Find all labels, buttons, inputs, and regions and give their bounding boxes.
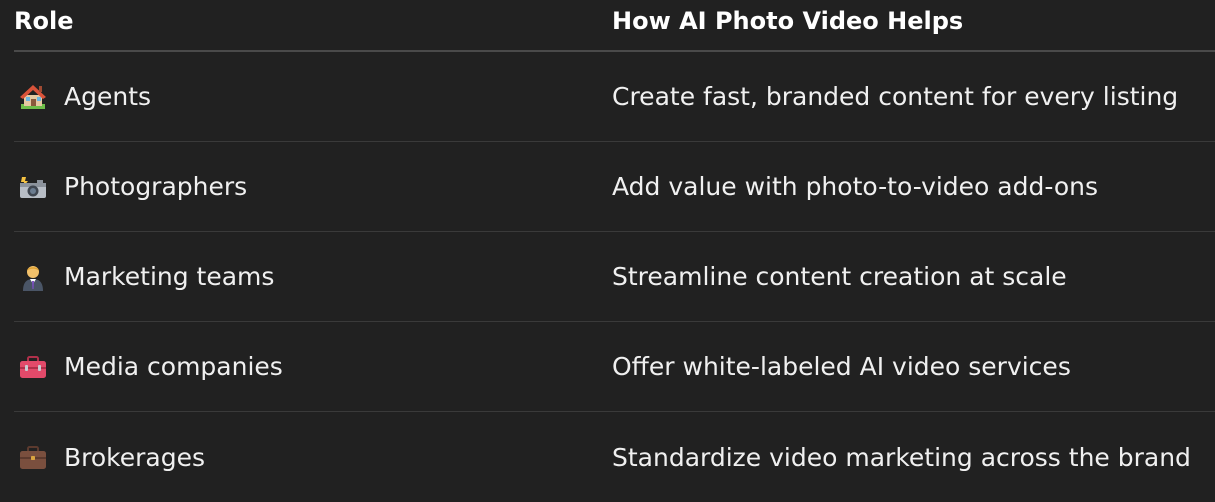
header-role: Role <box>14 7 74 35</box>
role-label: Photographers <box>64 172 248 201</box>
briefcase-icon <box>18 442 48 472</box>
role-cell: Media companies <box>14 352 612 382</box>
table-header: Role How AI Photo Video Helps <box>14 0 1215 52</box>
help-cell: Standardize video marketing across the b… <box>612 442 1191 472</box>
role-cell: Agents <box>14 82 612 112</box>
role-label: Media companies <box>64 352 283 381</box>
roles-table: Role How AI Photo Video Helps Agents Cre… <box>14 0 1215 502</box>
help-cell: Streamline content creation at scale <box>612 262 1067 291</box>
role-label: Agents <box>64 82 152 111</box>
toolbox-icon <box>18 352 48 382</box>
table-row: Agents Create fast, branded content for … <box>14 52 1215 142</box>
house-icon <box>18 82 48 112</box>
role-label: Marketing teams <box>64 262 275 291</box>
header-help: How AI Photo Video Helps <box>612 7 964 35</box>
camera-flash-icon <box>18 172 48 202</box>
help-cell: Offer white-labeled AI video services <box>612 352 1071 381</box>
table-row: Marketing teams Streamline content creat… <box>14 232 1215 322</box>
help-cell: Create fast, branded content for every l… <box>612 82 1179 111</box>
office-worker-icon <box>18 262 48 292</box>
role-cell: Marketing teams <box>14 262 612 292</box>
role-cell: Photographers <box>14 172 612 202</box>
table-row: Photographers Add value with photo-to-vi… <box>14 142 1215 232</box>
help-cell: Add value with photo-to-video add-ons <box>612 172 1099 201</box>
role-cell: Brokerages <box>14 442 612 472</box>
table-row: Brokerages Standardize video marketing a… <box>14 412 1215 502</box>
role-label: Brokerages <box>64 442 206 472</box>
table-row: Media companies Offer white-labeled AI v… <box>14 322 1215 412</box>
